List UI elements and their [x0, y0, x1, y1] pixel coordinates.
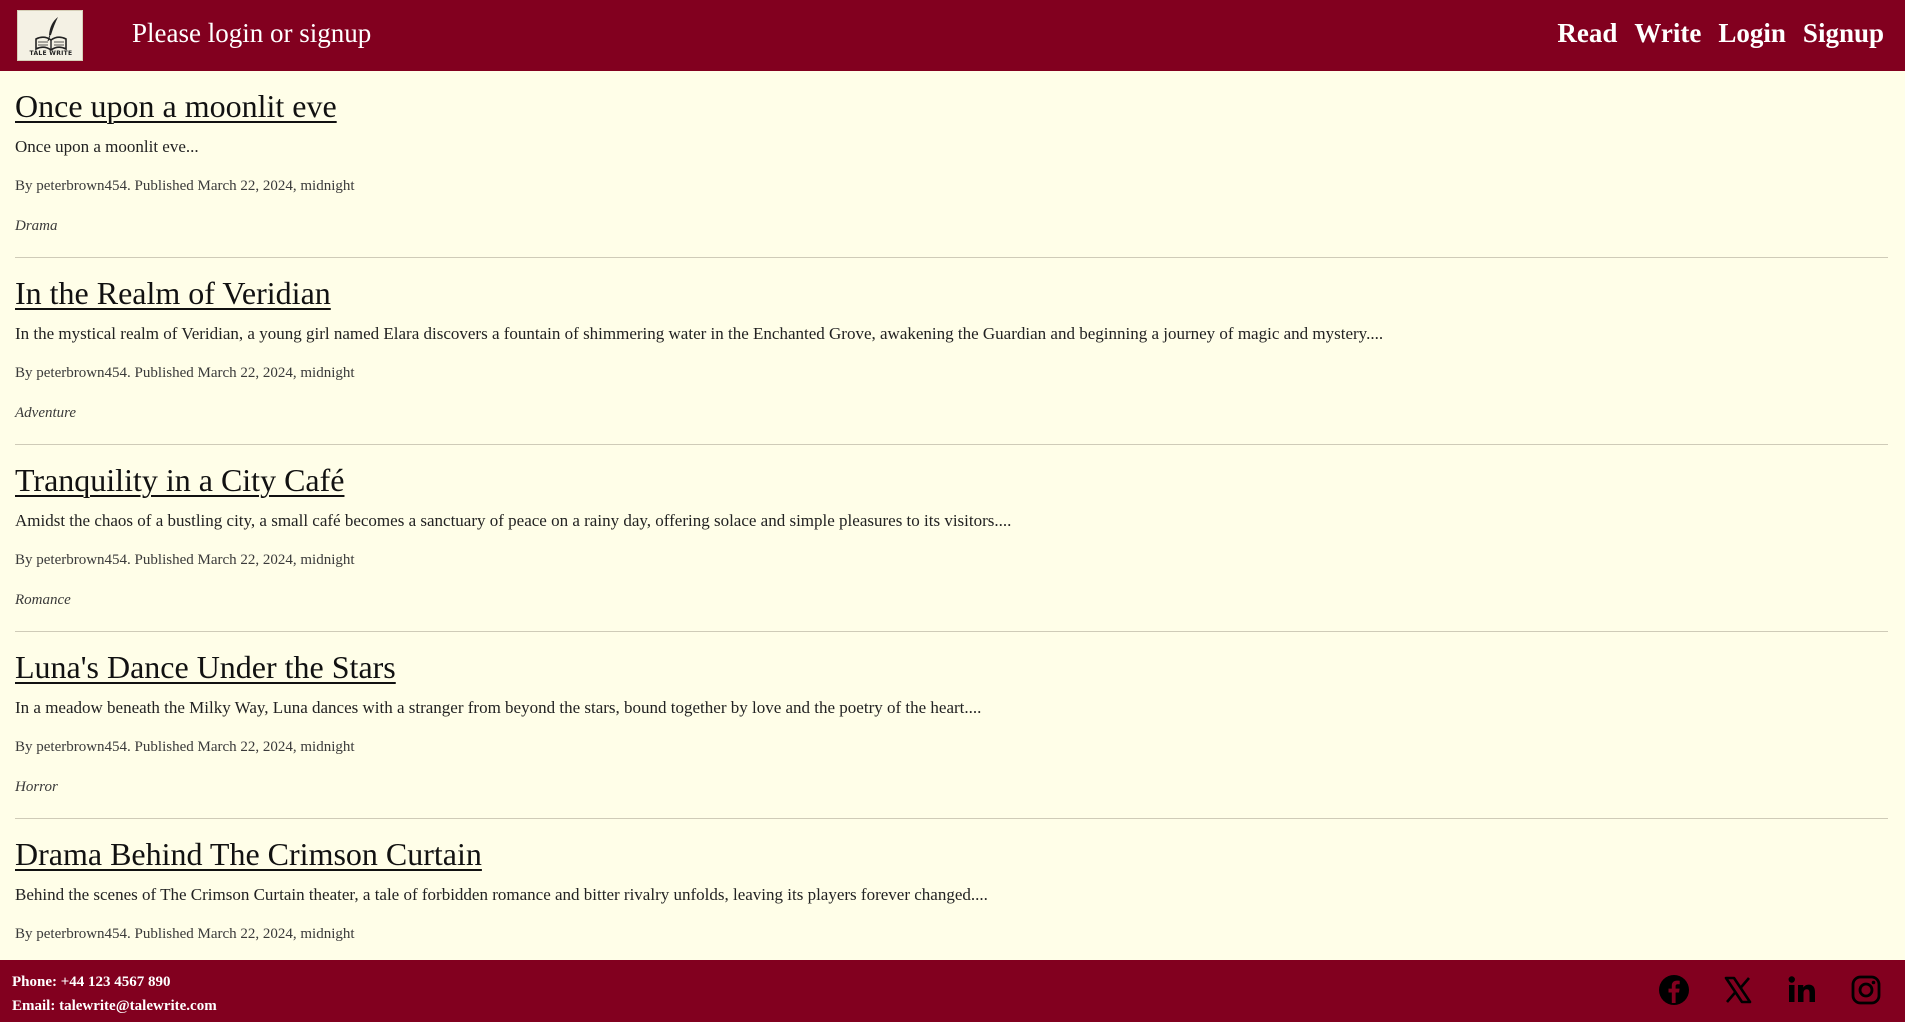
- social-links: [1657, 973, 1883, 1007]
- page: TALE WRITE Please login or signup Read W…: [0, 0, 1905, 1022]
- logo[interactable]: TALE WRITE: [17, 10, 83, 61]
- story-meta: By peterbrown454. Published March 22, 20…: [15, 926, 355, 942]
- story-title-link[interactable]: Luna's Dance Under the Stars: [15, 649, 396, 686]
- linkedin-icon[interactable]: [1785, 973, 1819, 1007]
- facebook-icon[interactable]: [1657, 973, 1691, 1007]
- story-genre: Romance: [15, 592, 71, 608]
- story-list: Once upon a moonlit eve Once upon a moon…: [15, 71, 1888, 1006]
- story-excerpt: In a meadow beneath the Milky Way, Luna …: [15, 698, 982, 717]
- story-genre: Adventure: [15, 405, 77, 421]
- story-genre: Horror: [15, 779, 58, 795]
- header-bar: TALE WRITE Please login or signup Read W…: [0, 0, 1905, 71]
- story-meta: By peterbrown454. Published March 22, 20…: [15, 552, 355, 568]
- story-genre: Drama: [15, 218, 58, 234]
- contact-email: Email: talewrite@talewrite.com: [12, 998, 217, 1014]
- story-card: Once upon a moonlit eve Once upon a moon…: [15, 71, 1888, 258]
- contact-phone: Phone: +44 123 4567 890: [12, 974, 171, 990]
- story-card: Tranquility in a City Café Amidst the ch…: [15, 445, 1888, 632]
- login-prompt: Please login or signup: [132, 18, 372, 48]
- story-excerpt: Amidst the chaos of a bustling city, a s…: [15, 511, 1012, 530]
- story-meta: By peterbrown454. Published March 22, 20…: [15, 365, 355, 381]
- story-title-link[interactable]: Tranquility in a City Café: [15, 462, 344, 499]
- story-excerpt: In the mystical realm of Veridian, a you…: [15, 324, 1384, 343]
- story-card: Luna's Dance Under the Stars In a meadow…: [15, 632, 1888, 819]
- story-title-link[interactable]: Drama Behind The Crimson Curtain: [15, 836, 482, 873]
- nav-write-link[interactable]: Write: [1634, 18, 1701, 49]
- contact-info: Phone: +44 123 4567 890 Email: talewrite…: [12, 970, 217, 1018]
- instagram-icon[interactable]: [1849, 973, 1883, 1007]
- story-title-link[interactable]: Once upon a moonlit eve: [15, 88, 337, 125]
- story-excerpt: Once upon a moonlit eve...: [15, 137, 199, 156]
- nav-signup-link[interactable]: Signup: [1803, 18, 1884, 49]
- story-meta: By peterbrown454. Published March 22, 20…: [15, 178, 355, 194]
- logo-text: TALE WRITE: [29, 50, 73, 57]
- nav-login-link[interactable]: Login: [1718, 18, 1786, 49]
- story-excerpt: Behind the scenes of The Crimson Curtain…: [15, 885, 988, 904]
- story-card: In the Realm of Veridian In the mystical…: [15, 258, 1888, 445]
- story-title-link[interactable]: In the Realm of Veridian: [15, 275, 331, 312]
- nav-read-link[interactable]: Read: [1557, 18, 1617, 49]
- x-icon[interactable]: [1721, 973, 1755, 1007]
- main-nav: Read Write Login Signup: [1557, 18, 1884, 49]
- story-meta: By peterbrown454. Published March 22, 20…: [15, 739, 355, 755]
- footer-bar: Phone: +44 123 4567 890 Email: talewrite…: [0, 960, 1905, 1022]
